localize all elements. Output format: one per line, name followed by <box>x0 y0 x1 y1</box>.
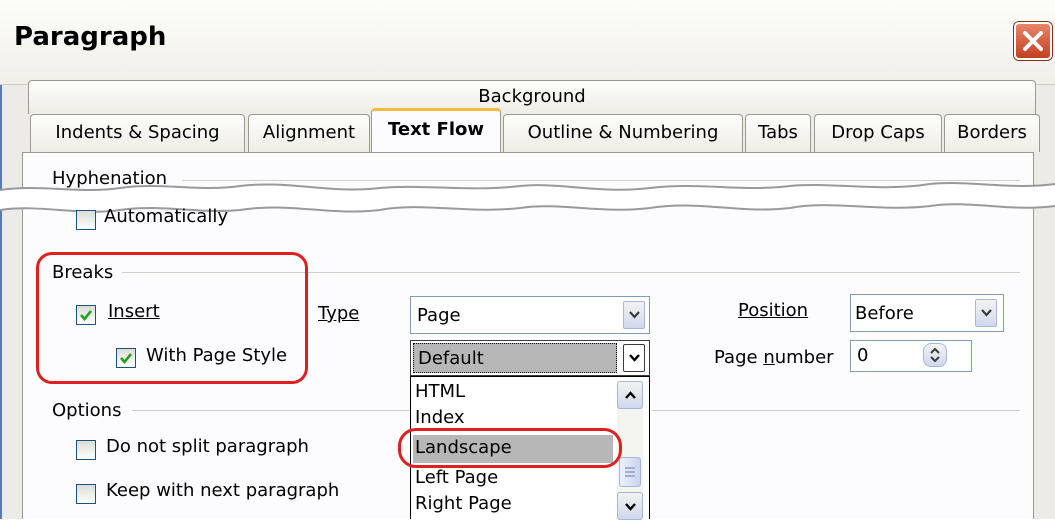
chevron-up-icon <box>625 391 636 399</box>
close-icon <box>1023 31 1043 51</box>
grip-icon <box>625 467 635 477</box>
landscape-callout <box>398 428 622 468</box>
breaks-callout <box>36 252 308 384</box>
page-style-selected: Default <box>413 343 617 373</box>
chevron-down-icon <box>625 503 636 511</box>
tab-tabs[interactable]: Tabs <box>745 114 811 152</box>
automatically-label: Automatically <box>104 206 228 227</box>
tab-indents-spacing[interactable]: Indents & Spacing <box>30 114 245 152</box>
tab-text-flow[interactable]: Text Flow <box>371 108 501 154</box>
break-type-value: Page <box>417 305 461 326</box>
page-number-spin-button[interactable] <box>923 343 947 367</box>
automatically-checkbox[interactable] <box>76 210 96 230</box>
do-not-split-label: Do not split paragraph <box>106 436 309 457</box>
chevron-down-icon <box>629 311 640 319</box>
position-label: Position <box>738 300 809 321</box>
spin-arrows-icon <box>930 347 940 363</box>
scroll-thumb[interactable] <box>619 457 641 487</box>
chevron-down-icon <box>981 309 992 317</box>
tab-outline-numbering[interactable]: Outline & Numbering <box>503 114 743 152</box>
scroll-down-button[interactable] <box>617 492 643 520</box>
list-item[interactable]: Index <box>415 407 465 428</box>
tab-background[interactable]: Background <box>28 80 1036 114</box>
break-position-combo[interactable]: Before <box>850 294 1004 332</box>
dialog-title: Paragraph <box>14 22 167 52</box>
do-not-split-checkbox[interactable] <box>76 440 96 460</box>
break-type-dropdown-button[interactable] <box>623 301 645 329</box>
list-item[interactable]: HTML <box>415 381 465 402</box>
page-number-spinbox[interactable]: 0 <box>850 340 972 372</box>
tab-drop-caps[interactable]: Drop Caps <box>814 114 942 152</box>
options-label: Options <box>52 400 122 421</box>
page-number-value: 0 <box>857 345 869 366</box>
scroll-up-button[interactable] <box>617 381 643 409</box>
tab-borders[interactable]: Borders <box>944 114 1040 152</box>
page-style-dropdown-button[interactable] <box>623 344 645 372</box>
page-style-combo[interactable]: Default <box>410 340 650 376</box>
chevron-down-icon <box>629 354 640 362</box>
tab-alignment[interactable]: Alignment <box>248 114 370 152</box>
break-type-combo[interactable]: Page <box>410 296 650 334</box>
close-button[interactable] <box>1014 22 1052 60</box>
type-label: Type <box>318 303 360 324</box>
page-number-label: Page number <box>714 347 834 368</box>
keep-with-next-checkbox[interactable] <box>76 484 96 504</box>
list-item[interactable]: Right Page <box>415 493 512 514</box>
options-separator-right <box>652 410 1020 411</box>
keep-with-next-label: Keep with next paragraph <box>106 480 340 501</box>
break-position-value: Before <box>855 303 914 324</box>
list-item[interactable]: Left Page <box>415 467 498 488</box>
options-separator <box>132 410 410 411</box>
break-position-dropdown-button[interactable] <box>975 299 997 327</box>
